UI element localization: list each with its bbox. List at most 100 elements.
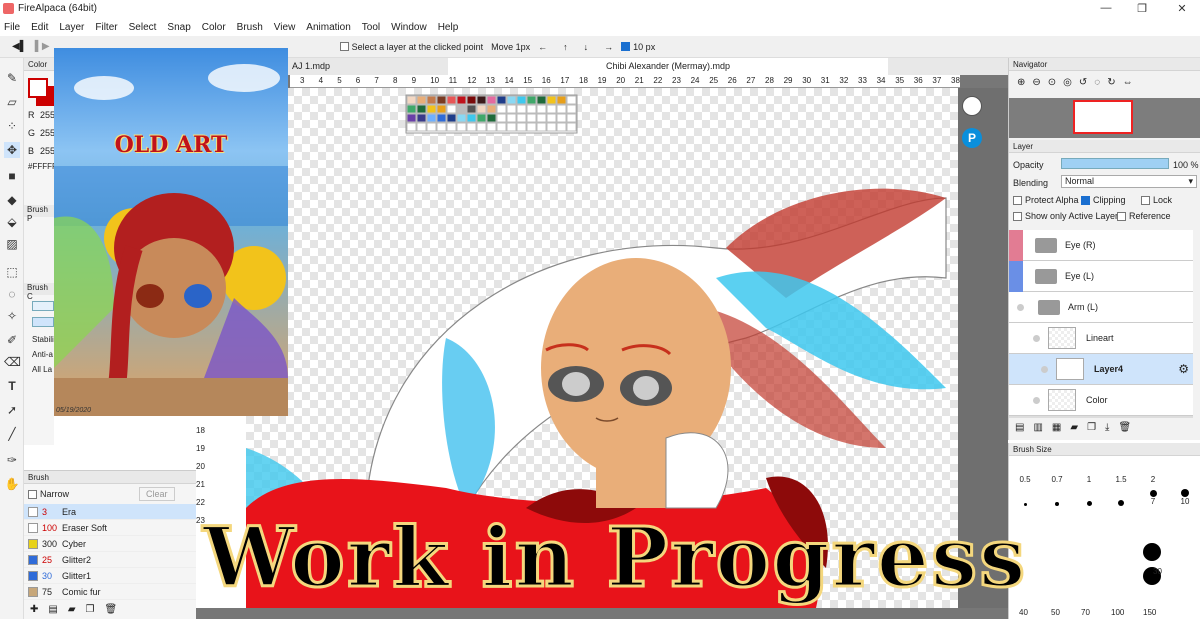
select-pen-icon[interactable]: ✐ [4, 332, 20, 348]
palette-swatch[interactable] [496, 113, 507, 123]
new-folder-icon[interactable]: ▰ [1070, 422, 1078, 433]
gear-icon[interactable]: ⚙ [1178, 362, 1189, 376]
palette-swatch[interactable] [446, 113, 457, 123]
palette-swatch[interactable] [466, 113, 477, 123]
palette-swatch[interactable] [466, 95, 477, 105]
palette-swatch[interactable] [436, 122, 447, 132]
palette-swatch[interactable] [446, 95, 457, 105]
divide-tool-icon[interactable]: ╱ [4, 426, 20, 442]
palette-swatch[interactable] [436, 104, 447, 114]
layer-row[interactable]: Arm (L) [1009, 292, 1193, 323]
size-cell[interactable] [1169, 462, 1200, 484]
hand-tool-icon[interactable]: ✋ [4, 476, 20, 492]
palette-swatch[interactable] [486, 113, 497, 123]
reference-option[interactable]: Reference [1117, 211, 1171, 221]
palette-swatch[interactable] [496, 95, 507, 105]
lock-option[interactable]: Lock [1141, 195, 1172, 205]
size-cell[interactable]: 1.5 [1105, 462, 1137, 484]
visibility-icon[interactable] [1017, 303, 1024, 311]
bucket-tool-icon[interactable]: ⬙ [4, 214, 20, 230]
gradient-tool-icon[interactable]: ▨ [4, 236, 20, 252]
palette-swatch[interactable] [496, 104, 507, 114]
palette-swatch[interactable] [556, 95, 567, 105]
palette-swatch[interactable] [506, 113, 517, 123]
new-brush-icon[interactable]: ▤ [48, 604, 57, 615]
menu-tool[interactable]: Tool [362, 22, 380, 33]
close-icon[interactable]: ✕ [1172, 2, 1192, 15]
palette-swatch[interactable] [486, 104, 497, 114]
blending-select[interactable]: Normal ▾ [1061, 175, 1197, 188]
size-cell[interactable]: 2 [1137, 462, 1169, 484]
eyedropper-icon[interactable]: ✑ [4, 452, 20, 468]
new-layer-icon[interactable]: ▤ [1015, 422, 1024, 433]
menu-file[interactable]: File [4, 22, 20, 33]
rotate-left-icon[interactable]: ↺ [1079, 77, 1087, 88]
tab-aj1[interactable]: AJ 1.mdp [292, 61, 330, 71]
palette-swatch[interactable] [536, 113, 547, 123]
size-cell[interactable]: 0.7 [1041, 462, 1073, 484]
palette-swatch[interactable] [416, 113, 427, 123]
brush-opacity-slider[interactable] [32, 317, 54, 327]
move-tool-icon[interactable]: ✥ [4, 142, 20, 158]
palette-swatch[interactable] [546, 122, 557, 132]
palette-swatch[interactable] [416, 122, 427, 132]
select-eraser-icon[interactable]: ⌫ [4, 354, 21, 370]
opacity-slider[interactable] [1061, 158, 1169, 169]
b-value[interactable]: 255 [40, 146, 55, 156]
palette-swatch[interactable] [556, 104, 567, 114]
delete-layer-icon[interactable]: 🗑 [1118, 422, 1131, 433]
palette-swatch[interactable] [426, 122, 437, 132]
palette-swatch[interactable] [546, 95, 557, 105]
move-up-icon[interactable]: ↑ [563, 42, 568, 52]
select-tool-icon[interactable]: ⬚ [4, 264, 20, 280]
palette-swatch[interactable] [566, 122, 577, 132]
menu-animation[interactable]: Animation [306, 22, 350, 33]
palette-swatch[interactable] [526, 113, 537, 123]
brush-tool-icon[interactable]: ✎ [4, 70, 20, 86]
menu-help[interactable]: Help [438, 22, 459, 33]
palette-swatch[interactable] [436, 113, 447, 123]
maximize-icon[interactable]: ❐ [1132, 2, 1152, 15]
clipping-option[interactable]: Clipping [1081, 195, 1126, 205]
palette-swatch[interactable] [476, 95, 487, 105]
palette-swatch[interactable] [416, 104, 427, 114]
panel-toggle-right-icon[interactable]: ▌▶ [35, 41, 50, 52]
palette-swatch[interactable] [536, 104, 547, 114]
add-brush-icon[interactable]: ✚ [30, 604, 38, 615]
zoom-out-icon[interactable]: ⊖ [1032, 77, 1040, 88]
move-right-icon[interactable]: → [604, 42, 613, 52]
magic-wand-icon[interactable]: ✧ [4, 308, 20, 324]
palette-swatch[interactable] [406, 95, 417, 105]
menu-layer[interactable]: Layer [59, 22, 84, 33]
palette-swatch[interactable] [526, 122, 537, 132]
layer-row[interactable]: Color [1009, 385, 1193, 416]
select-layer-checkbox[interactable] [339, 42, 349, 51]
layer-row[interactable]: Lineart [1009, 323, 1193, 354]
palette-swatch[interactable] [546, 113, 557, 123]
navigator-preview[interactable] [1009, 98, 1200, 138]
eraser-tool-icon[interactable]: ▱ [4, 94, 20, 110]
palette-swatch[interactable] [496, 122, 507, 132]
palette-swatch[interactable] [516, 122, 527, 132]
zoom-in-icon[interactable]: ⊕ [1017, 77, 1025, 88]
palette-swatch[interactable] [556, 122, 567, 132]
visibility-icon[interactable] [1041, 365, 1048, 373]
reset-rotation-icon[interactable]: ◌ [1094, 77, 1100, 88]
visibility-icon[interactable] [1033, 334, 1040, 342]
foreground-color-swatch[interactable] [28, 78, 48, 98]
share-p-icon[interactable]: P [962, 128, 982, 148]
lasso-tool-icon[interactable]: ◌ [4, 286, 20, 302]
palette-swatch[interactable] [476, 122, 487, 132]
palette-swatch[interactable] [426, 104, 437, 114]
palette-swatch[interactable] [566, 113, 577, 123]
palette-swatch[interactable] [506, 104, 517, 114]
narrow-checkbox[interactable] [28, 489, 37, 499]
palette-swatch[interactable] [536, 122, 547, 132]
palette-swatch[interactable] [466, 122, 477, 132]
merge-down-icon[interactable]: ⤓ [1105, 422, 1109, 433]
fill-shape-icon[interactable]: ◆ [4, 192, 20, 208]
palette-swatch[interactable] [476, 113, 487, 123]
rect-tool-icon[interactable]: ■ [4, 168, 20, 184]
move-down-icon[interactable]: ↓ [584, 42, 589, 52]
rotate-right-icon[interactable]: ↻ [1107, 77, 1115, 88]
